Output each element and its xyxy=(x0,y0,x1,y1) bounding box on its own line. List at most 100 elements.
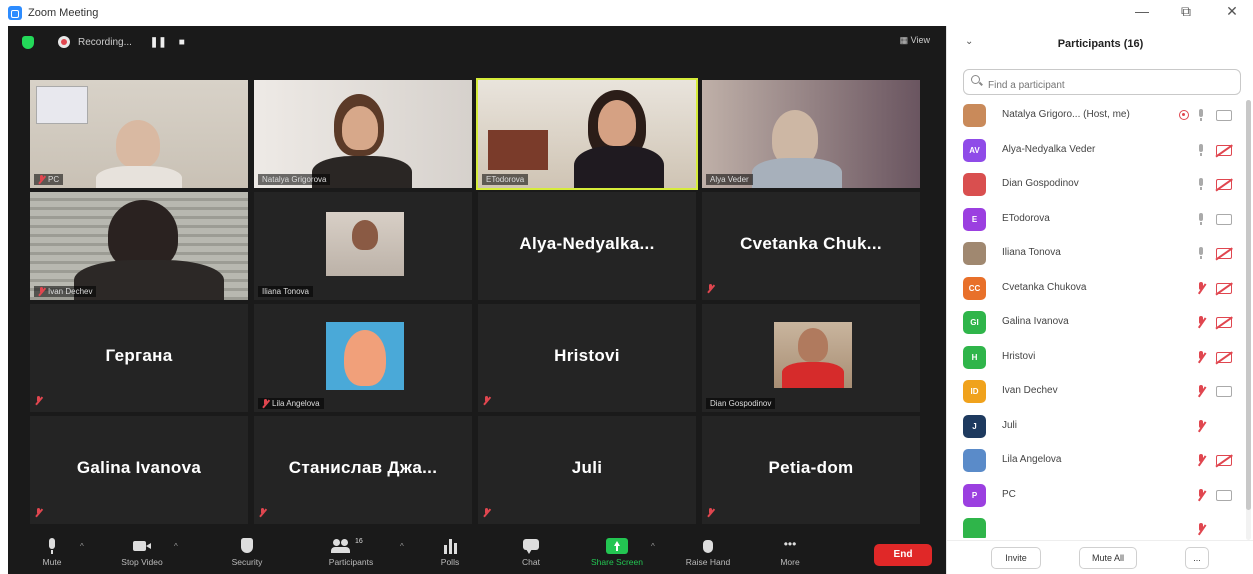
more-button[interactable]: ••• More xyxy=(750,534,830,574)
security-shield-icon xyxy=(238,538,256,554)
raise-hand-button[interactable]: Raise Hand xyxy=(668,534,748,574)
muted-mic-icon[interactable] xyxy=(1196,419,1206,433)
muted-mic-icon[interactable] xyxy=(1196,385,1206,398)
video-off-icon[interactable] xyxy=(1216,248,1232,259)
participant-avatar: AV xyxy=(963,138,986,162)
participant-row[interactable]: P PC xyxy=(947,478,1253,513)
video-tile[interactable]: Cvetanka Chuk... xyxy=(702,192,920,300)
participant-row[interactable] xyxy=(947,512,1253,538)
mute-all-button[interactable]: Mute All xyxy=(1079,547,1137,569)
video-tile[interactable]: Alya-Nedyalka... xyxy=(478,192,696,300)
chat-button[interactable]: Chat xyxy=(491,534,571,574)
participant-row[interactable]: Dian Gospodinov xyxy=(947,167,1253,202)
muted-mic-icon[interactable] xyxy=(1196,523,1206,536)
share-screen-button[interactable]: Share Screen xyxy=(577,534,657,574)
video-camera-icon[interactable] xyxy=(1216,213,1232,225)
participant-row[interactable]: J Juli xyxy=(947,409,1253,444)
polls-button[interactable]: Polls xyxy=(410,534,490,574)
participant-avatar xyxy=(963,518,986,538)
video-off-icon[interactable] xyxy=(1216,144,1232,156)
participant-row[interactable]: CC Cvetanka Chukova xyxy=(947,271,1253,306)
video-off-icon[interactable] xyxy=(1216,179,1232,190)
pause-recording-button[interactable]: ❚❚ xyxy=(150,37,167,48)
video-camera-icon[interactable] xyxy=(1216,489,1232,501)
share-options-caret-icon[interactable]: ^ xyxy=(651,542,655,551)
video-tile[interactable]: Lila Angelova xyxy=(254,304,472,412)
share-screen-label: Share Screen xyxy=(591,557,643,567)
video-tile[interactable]: Iliana Tonova xyxy=(254,192,472,300)
video-tile[interactable]: Juli xyxy=(478,416,696,524)
participant-row[interactable]: E ETodorova xyxy=(947,202,1253,237)
microphone-icon xyxy=(43,538,61,554)
video-tile[interactable]: Petia-dom xyxy=(702,416,920,524)
participant-row[interactable]: AV Alya-Nedyalka Veder xyxy=(947,133,1253,168)
close-button[interactable]: ✕ xyxy=(1212,3,1252,20)
video-tile[interactable]: PC xyxy=(30,80,248,188)
maximize-button[interactable]: ⧉ xyxy=(1166,3,1206,20)
participant-search-input[interactable] xyxy=(963,69,1241,95)
video-tile[interactable]: Ivan Dechev xyxy=(30,192,248,300)
video-camera-icon[interactable] xyxy=(1216,386,1232,397)
participant-row[interactable]: H Hristovi xyxy=(947,340,1253,375)
muted-mic-icon[interactable] xyxy=(1196,454,1206,467)
participants-options-caret-icon[interactable]: ^ xyxy=(400,542,404,551)
microphone-icon[interactable] xyxy=(1196,109,1206,122)
microphone-icon[interactable] xyxy=(1196,212,1206,226)
participants-scrollbar[interactable] xyxy=(1246,100,1251,540)
stop-video-button[interactable]: Stop Video xyxy=(102,534,182,574)
video-off-icon[interactable] xyxy=(1216,455,1232,466)
mute-button[interactable]: Mute xyxy=(12,534,92,574)
video-tile-active-speaker[interactable]: ETodorova xyxy=(476,78,698,190)
video-options-caret-icon[interactable]: ^ xyxy=(174,542,178,551)
window-title: Zoom Meeting xyxy=(28,7,99,19)
participant-name-label: Iliana Tonova xyxy=(258,286,313,297)
muted-mic-icon[interactable] xyxy=(1196,350,1206,364)
video-off-icon[interactable] xyxy=(1216,282,1232,294)
view-button[interactable]: ▦ View xyxy=(900,35,930,46)
title-bar: Zoom Meeting — ⧉ ✕ xyxy=(0,0,1253,26)
microphone-icon[interactable] xyxy=(1196,178,1206,191)
encryption-shield-icon[interactable] xyxy=(22,35,34,49)
muted-mic-icon[interactable] xyxy=(1196,281,1206,295)
video-tile[interactable]: Геpгана xyxy=(30,304,248,412)
minimize-button[interactable]: — xyxy=(1122,3,1162,19)
participant-face xyxy=(798,328,828,362)
scrollbar-thumb[interactable] xyxy=(1246,100,1251,510)
muted-mic-icon xyxy=(259,508,268,519)
participant-body xyxy=(752,158,842,188)
video-camera-icon[interactable] xyxy=(1216,110,1232,121)
microphone-icon[interactable] xyxy=(1196,247,1206,260)
drawn-face xyxy=(344,330,386,386)
muted-mic-icon[interactable] xyxy=(1196,316,1206,329)
video-tile[interactable]: Natalya Grigorova xyxy=(254,80,472,188)
video-tile[interactable]: Hristovi xyxy=(478,304,696,412)
participant-face xyxy=(342,106,378,150)
participant-name-label: Alya Veder xyxy=(706,174,753,185)
bookshelf xyxy=(488,130,548,170)
video-off-icon[interactable] xyxy=(1216,317,1232,328)
video-tile[interactable]: Alya Veder xyxy=(702,80,920,188)
participant-row[interactable]: GI Galina Ivanova xyxy=(947,305,1253,340)
participant-avatar: CC xyxy=(963,276,986,300)
muted-mic-icon xyxy=(38,287,45,296)
participant-row[interactable]: ID Ivan Dechev xyxy=(947,374,1253,409)
participant-row[interactable]: Iliana Tonova xyxy=(947,236,1253,271)
participant-row[interactable]: Natalya Grigoro... (Host, me) xyxy=(947,98,1253,133)
video-off-icon[interactable] xyxy=(1216,351,1232,363)
audio-options-caret-icon[interactable]: ^ xyxy=(80,542,84,551)
video-tile[interactable]: Galina Ivanova xyxy=(30,416,248,524)
participants-list: Natalya Grigoro... (Host, me) AV Alya-Nedy… xyxy=(947,98,1253,538)
participant-avatar xyxy=(963,242,986,265)
stop-recording-button[interactable]: ■ xyxy=(179,37,185,48)
security-button[interactable]: Security xyxy=(207,534,287,574)
video-tile[interactable]: Dian Gospodinov xyxy=(702,304,920,412)
participant-row[interactable]: Lila Angelova xyxy=(947,443,1253,478)
muted-mic-icon[interactable] xyxy=(1196,488,1206,502)
participant-body xyxy=(782,362,844,388)
microphone-icon[interactable] xyxy=(1196,143,1206,157)
video-tile[interactable]: Станислав Джа... xyxy=(254,416,472,524)
invite-button[interactable]: Invite xyxy=(991,547,1041,569)
participants-button[interactable]: 16 Participants xyxy=(311,534,391,574)
end-meeting-button[interactable]: End xyxy=(874,544,932,566)
panel-more-button[interactable]: ... xyxy=(1185,547,1209,569)
